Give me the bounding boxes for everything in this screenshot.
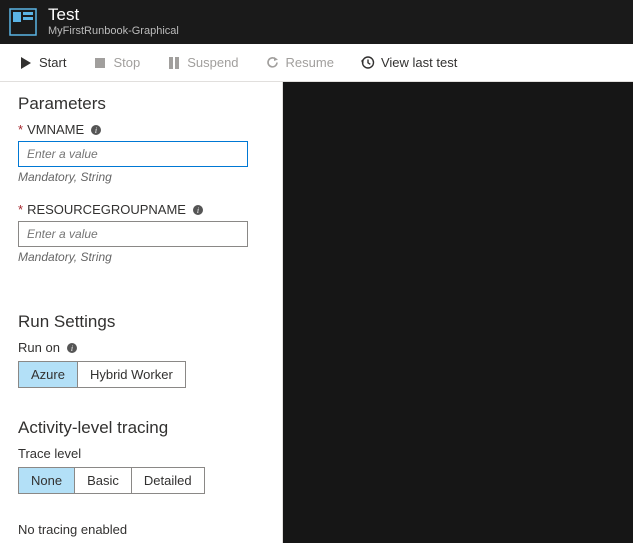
stop-button[interactable]: Stop <box>82 49 150 76</box>
suspend-button[interactable]: Suspend <box>156 49 248 76</box>
history-icon <box>360 55 375 70</box>
resume-button[interactable]: Resume <box>255 49 344 76</box>
stop-label: Stop <box>113 55 140 70</box>
blade-header: Test MyFirstRunbook-Graphical <box>0 0 633 44</box>
param-label: RESOURCEGROUPNAME <box>27 202 186 217</box>
run-on-label: Run on i <box>18 340 264 355</box>
resourcegroupname-input[interactable] <box>18 221 248 247</box>
suspend-label: Suspend <box>187 55 238 70</box>
blade-title: Test <box>48 6 179 25</box>
view-last-test-label: View last test <box>381 55 457 70</box>
info-icon[interactable]: i <box>90 124 102 136</box>
tracing-heading: Activity-level tracing <box>18 418 264 438</box>
trace-level-toggle: None Basic Detailed <box>18 467 205 494</box>
pause-icon <box>166 55 181 70</box>
tracing-status: No tracing enabled <box>18 522 264 537</box>
settings-panel: Parameters * VMNAME i Mandatory, String … <box>0 82 283 543</box>
parameter-vmname: * VMNAME i Mandatory, String <box>18 122 264 184</box>
svg-text:i: i <box>197 206 199 215</box>
required-star: * <box>18 122 23 137</box>
parameters-heading: Parameters <box>18 94 264 114</box>
stop-icon <box>92 55 107 70</box>
toolbar: Start Stop Suspend Resume View last test <box>0 44 633 82</box>
start-label: Start <box>39 55 66 70</box>
test-blade-icon <box>8 7 38 37</box>
refresh-icon <box>265 55 280 70</box>
param-hint: Mandatory, String <box>18 170 264 184</box>
run-on-hybrid[interactable]: Hybrid Worker <box>78 362 185 387</box>
info-icon[interactable]: i <box>66 342 78 354</box>
play-icon <box>18 55 33 70</box>
blade-subtitle: MyFirstRunbook-Graphical <box>48 25 179 38</box>
output-panel <box>283 82 633 543</box>
svg-text:i: i <box>71 344 73 353</box>
run-settings-heading: Run Settings <box>18 312 264 332</box>
param-label: VMNAME <box>27 122 84 137</box>
trace-level-label: Trace level <box>18 446 264 461</box>
run-on-toggle: Azure Hybrid Worker <box>18 361 186 388</box>
info-icon[interactable]: i <box>192 204 204 216</box>
run-on-azure[interactable]: Azure <box>19 362 78 387</box>
start-button[interactable]: Start <box>8 49 76 76</box>
trace-basic[interactable]: Basic <box>75 468 132 493</box>
svg-text:i: i <box>95 126 97 135</box>
parameter-resourcegroupname: * RESOURCEGROUPNAME i Mandatory, String <box>18 202 264 264</box>
resume-label: Resume <box>286 55 334 70</box>
view-last-test-button[interactable]: View last test <box>350 49 467 76</box>
trace-detailed[interactable]: Detailed <box>132 468 204 493</box>
param-hint: Mandatory, String <box>18 250 264 264</box>
vmname-input[interactable] <box>18 141 248 167</box>
trace-none[interactable]: None <box>19 468 75 493</box>
required-star: * <box>18 202 23 217</box>
